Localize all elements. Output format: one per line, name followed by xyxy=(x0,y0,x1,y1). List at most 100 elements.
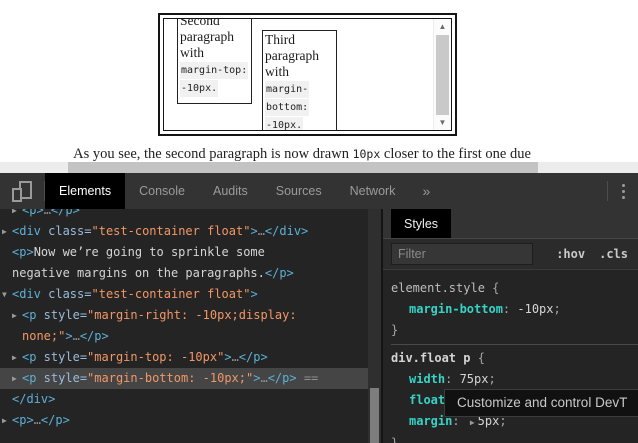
dom-segment-tag: <p xyxy=(22,308,37,322)
more-tabs-button[interactable]: » xyxy=(409,173,443,209)
tab-styles[interactable]: Styles xyxy=(391,209,452,238)
dom-row[interactable]: ▶ <p style="margin-bottom: -10px;">…</p> … xyxy=(0,368,368,389)
devtools-menu-button[interactable] xyxy=(608,173,638,209)
dom-tree: ▶ <p>…</p> ▶ <div class="test-container flo… xyxy=(0,209,368,431)
dom-segment-punc: = xyxy=(79,308,88,322)
dom-segment-tag: <div xyxy=(12,287,41,301)
dom-segment-tag: > xyxy=(250,224,258,238)
dom-segment-dots: … xyxy=(72,329,80,343)
test-container-box: Second paragraph with margin-top: -10px. Thi… xyxy=(158,13,457,136)
pseudo-state-toggle[interactable]: :hov xyxy=(556,247,585,261)
web-page-viewport: Second paragraph with margin-top: -10px. Thi… xyxy=(0,0,638,173)
dom-row[interactable]: ▶ <p>…</p> xyxy=(0,410,368,431)
dom-segment-dots: … xyxy=(33,413,41,427)
dom-segment-tag: </p> xyxy=(79,329,109,343)
expand-arrow-icon[interactable]: ▶ xyxy=(12,368,17,389)
dom-segment-punc: = xyxy=(79,350,88,364)
tab-audits[interactable]: Audits xyxy=(199,173,262,209)
dom-segment-val: "margin-top: -10px" xyxy=(87,350,225,364)
dom-segment-tag: > xyxy=(250,287,258,301)
expand-arrow-icon[interactable]: ▶ xyxy=(2,221,7,242)
dom-row[interactable]: ▼ <div class="test-container float"> xyxy=(0,284,368,305)
dom-segment-attr: style xyxy=(36,350,80,364)
caption-inline-code: 10px xyxy=(352,147,381,161)
test-container-inner: Second paragraph with margin-top: -10px. Thi… xyxy=(163,18,452,131)
css-selector[interactable]: div.float p xyxy=(391,351,470,365)
css-rule: element.style { margin-bottom: -10px;} xyxy=(391,278,638,341)
third-paragraph-box: Third paragraph with margin-bottom: -10px. xyxy=(262,30,337,130)
styles-tab-bar: Styles xyxy=(383,209,638,239)
container-vertical-scrollbar[interactable]: ▲ ▼ xyxy=(433,19,451,130)
property-colon: : xyxy=(502,302,518,316)
tab-console[interactable]: Console xyxy=(125,173,199,209)
dom-segment-dots: … xyxy=(231,350,239,364)
second-paragraph-box: Second paragraph with margin-top: -10px. xyxy=(177,19,252,104)
tab-sources[interactable]: Sources xyxy=(262,173,336,209)
css-property-name[interactable]: float xyxy=(409,393,445,407)
page-horizontal-scrollbar-thumb[interactable] xyxy=(68,162,538,173)
expand-arrow-icon[interactable]: ▶ xyxy=(2,410,7,431)
container-scrollbar-thumb[interactable] xyxy=(436,35,449,115)
expand-arrow-icon[interactable]: ▶ xyxy=(12,209,17,221)
dom-segment-tag: </div> xyxy=(12,392,56,406)
elements-panel: ▶ <p>…</p> ▶ <div class="test-container flo… xyxy=(0,209,368,443)
dom-segment-val: "margin-right: -10px;display: xyxy=(87,308,297,322)
dom-segment-punc: = xyxy=(84,287,92,301)
css-property-line[interactable]: width: 75px; xyxy=(391,369,638,390)
css-selector[interactable]: element.style xyxy=(391,281,485,295)
styles-rules-list: element.style { margin-bottom: -10px;} div… xyxy=(383,270,638,443)
paragraph-line: Third xyxy=(265,32,295,47)
css-property-line[interactable]: margin-bottom: -10px; xyxy=(391,299,638,320)
expand-arrow-icon[interactable]: ▶ xyxy=(467,418,478,427)
scroll-down-arrow-icon[interactable]: ▼ xyxy=(434,115,451,130)
open-brace: { xyxy=(470,351,485,365)
dom-row[interactable]: ▶ <p>…</p> xyxy=(0,209,368,221)
dom-segment-val: none;" xyxy=(22,329,66,343)
dom-row[interactable]: negative margins on the paragraphs.</p> xyxy=(0,263,368,284)
dom-row[interactable]: none;">…</p> xyxy=(0,326,368,347)
css-property-value[interactable]: -10px xyxy=(517,302,553,316)
menu-tooltip: Customize and control DevT xyxy=(444,389,638,417)
elements-panel-scrollbar-thumb[interactable] xyxy=(370,388,379,443)
dom-row[interactable]: ▶ <p style="margin-top: -10px">…</p> xyxy=(0,347,368,368)
dom-segment-tag: </p> xyxy=(238,350,268,364)
css-property-name[interactable]: width xyxy=(409,372,445,386)
open-brace: { xyxy=(484,281,500,295)
scroll-up-arrow-icon[interactable]: ▲ xyxy=(434,19,451,34)
dom-row[interactable]: <p>Now we’re going to sprinkle some xyxy=(0,242,368,263)
dom-segment-val: "test-container float" xyxy=(91,224,251,238)
css-property-name[interactable]: margin-bottom xyxy=(409,302,503,316)
property-semicolon: ; xyxy=(488,372,496,386)
expand-arrow-icon[interactable]: ▼ xyxy=(2,284,7,305)
dom-segment-eq: == xyxy=(296,371,319,385)
dom-segment-punc: = xyxy=(84,224,92,238)
close-brace: } xyxy=(391,323,399,337)
dom-segment-dots: … xyxy=(260,371,268,385)
page-horizontal-scrollbar[interactable] xyxy=(0,162,638,173)
device-toolbar-toggle-button[interactable] xyxy=(0,173,44,209)
css-property-value[interactable]: 75px xyxy=(460,372,489,386)
dom-segment-dots: … xyxy=(43,209,51,217)
elements-panel-scrollbar[interactable] xyxy=(368,209,381,443)
styles-filter-input[interactable] xyxy=(391,243,533,265)
expand-arrow-icon[interactable]: ▶ xyxy=(12,305,17,326)
dom-row[interactable]: ▶ <p style="margin-right: -10px;display: xyxy=(0,305,368,326)
dom-segment-text: negative margins on the paragraphs. xyxy=(12,266,265,280)
dom-segment-tag: <p xyxy=(22,350,37,364)
tab-elements[interactable]: Elements xyxy=(45,173,126,209)
device-toolbar-icon xyxy=(11,180,33,202)
dom-segment-attr: style xyxy=(36,308,80,322)
dom-segment-tag: <p> xyxy=(12,245,34,259)
dom-segment-attr: class xyxy=(40,224,85,238)
dom-segment-tag: </div> xyxy=(264,224,309,238)
dom-segment-attr: class xyxy=(40,287,85,301)
property-semicolon: ; xyxy=(553,302,561,316)
devtools-toolbar: Elements Console Audits Sources Network » xyxy=(0,173,638,209)
expand-arrow-icon[interactable]: ▶ xyxy=(12,347,17,368)
dom-segment-tag: <p> xyxy=(12,413,34,427)
element-classes-toggle[interactable]: .cls xyxy=(599,247,628,261)
dom-row[interactable]: </div> xyxy=(0,389,368,410)
dom-row[interactable]: ▶ <div class="test-container float">…</di… xyxy=(0,221,368,242)
dom-segment-val: "margin-bottom: -10px;" xyxy=(87,371,254,385)
tab-network[interactable]: Network xyxy=(336,173,410,209)
